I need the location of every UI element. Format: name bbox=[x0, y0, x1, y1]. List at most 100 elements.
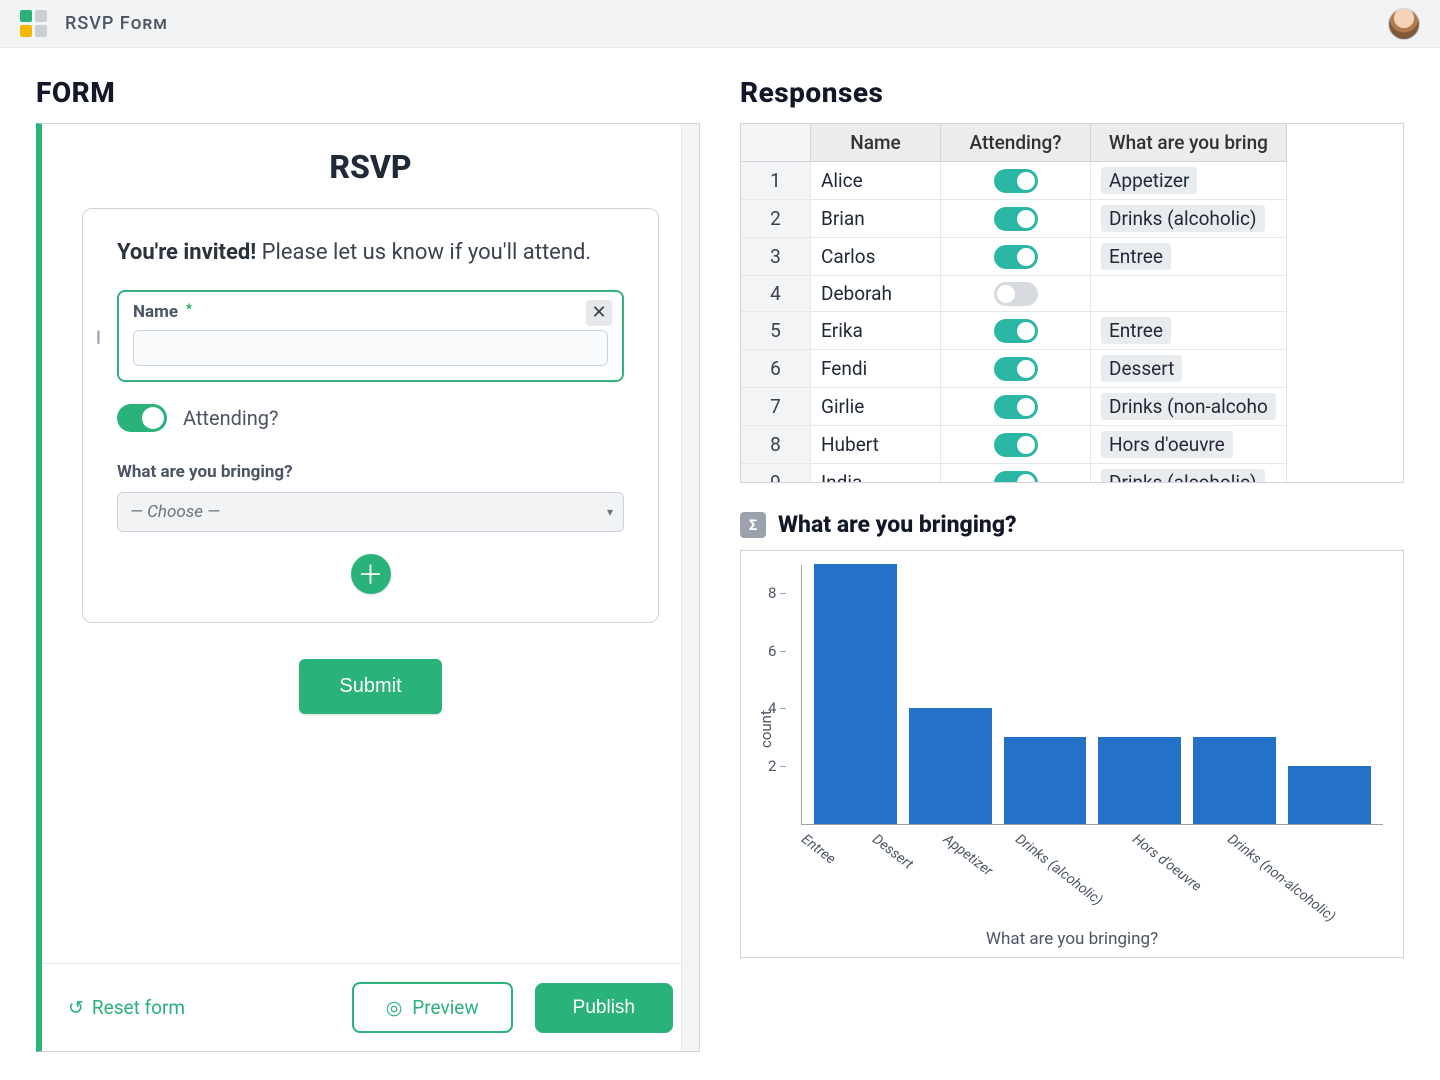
form-card: You're invited! Please let us know if yo… bbox=[82, 208, 659, 623]
row-number: 1 bbox=[741, 162, 811, 200]
preview-label: Preview bbox=[412, 996, 478, 1019]
bringing-placeholder: — Choose — bbox=[130, 502, 220, 522]
attending-toggle[interactable] bbox=[994, 245, 1038, 269]
submit-button[interactable]: Submit bbox=[299, 659, 441, 714]
reset-form-button[interactable]: ↺ Reset form bbox=[68, 996, 185, 1019]
close-icon[interactable]: ✕ bbox=[586, 300, 612, 326]
cell-name[interactable]: Brian bbox=[811, 200, 941, 238]
resp-col-3[interactable]: What are you bring bbox=[1091, 124, 1287, 162]
table-row[interactable]: 9India Drinks (alcoholic) bbox=[741, 464, 1287, 483]
cell-name[interactable]: Girlie bbox=[811, 388, 941, 426]
cell-name[interactable]: Alice bbox=[811, 162, 941, 200]
attending-toggle[interactable] bbox=[994, 207, 1038, 231]
table-row[interactable]: 8HubertHors d'oeuvre bbox=[741, 426, 1287, 464]
chart-x-ticks: EntreeDessertAppetizerDrinks (alcoholic)… bbox=[801, 825, 1383, 849]
resp-col-1[interactable]: Name bbox=[811, 124, 941, 162]
table-row[interactable]: 4Deborah bbox=[741, 276, 1287, 312]
chart-section-header: Σ What are you bringing? bbox=[740, 511, 1404, 538]
cell-bringing[interactable]: Appetizer bbox=[1091, 162, 1287, 200]
field-name-label: Name bbox=[133, 302, 178, 322]
row-number: 4 bbox=[741, 276, 811, 312]
row-number: 9 bbox=[741, 464, 811, 483]
drag-handle-icon[interactable]: || bbox=[97, 326, 99, 345]
table-row[interactable]: 6Fendi Dessert bbox=[741, 350, 1287, 388]
cell-name[interactable]: Hubert bbox=[811, 426, 941, 464]
bringing-select[interactable]: — Choose — ▾ bbox=[117, 492, 624, 532]
cell-bringing[interactable]: Entree bbox=[1091, 238, 1287, 276]
cell-attending[interactable] bbox=[941, 276, 1091, 312]
cell-attending[interactable] bbox=[941, 312, 1091, 350]
preview-button[interactable]: ◎ Preview bbox=[352, 982, 513, 1033]
bringing-chip: Drinks (alcoholic) bbox=[1101, 205, 1265, 232]
table-row[interactable]: 5Erika Entree bbox=[741, 312, 1287, 350]
attending-toggle[interactable] bbox=[994, 282, 1038, 306]
cell-bringing[interactable] bbox=[1091, 276, 1287, 312]
cell-bringing[interactable]: Drinks (alcoholic) bbox=[1091, 200, 1287, 238]
chevron-down-icon: ▾ bbox=[607, 505, 613, 519]
row-number: 5 bbox=[741, 312, 811, 350]
cell-bringing[interactable]: Hors d'oeuvre bbox=[1091, 426, 1287, 464]
table-row[interactable]: 2BrianDrinks (alcoholic) bbox=[741, 200, 1287, 238]
cell-attending[interactable] bbox=[941, 388, 1091, 426]
user-avatar[interactable] bbox=[1388, 8, 1420, 40]
cell-attending[interactable] bbox=[941, 464, 1091, 483]
cell-bringing[interactable]: Entree bbox=[1091, 312, 1287, 350]
chart-bar[interactable] bbox=[1098, 737, 1181, 824]
field-attending[interactable]: Attending? bbox=[117, 404, 624, 432]
chart-bar[interactable] bbox=[1288, 766, 1371, 824]
attending-toggle[interactable] bbox=[117, 404, 167, 432]
form-intro-rest: Please let us know if you'll attend. bbox=[256, 240, 591, 265]
field-name[interactable]: || Name * ✕ bbox=[117, 290, 624, 382]
attending-toggle[interactable] bbox=[994, 357, 1038, 381]
bringing-chip: Dessert bbox=[1101, 355, 1182, 382]
cell-attending[interactable] bbox=[941, 426, 1091, 464]
resp-col-2[interactable]: Attending? bbox=[941, 124, 1091, 162]
cell-attending[interactable] bbox=[941, 162, 1091, 200]
cell-bringing[interactable]: Drinks (non-alcoho bbox=[1091, 388, 1287, 426]
bringing-label: What are you bringing? bbox=[117, 462, 624, 482]
field-bringing[interactable]: What are you bringing? — Choose — ▾ bbox=[117, 462, 624, 532]
responses-heading: Responses bbox=[740, 76, 1404, 109]
attending-toggle[interactable] bbox=[994, 433, 1038, 457]
chart-bar[interactable] bbox=[814, 564, 897, 824]
cell-attending[interactable] bbox=[941, 350, 1091, 388]
cell-name[interactable]: Carlos bbox=[811, 238, 941, 276]
cell-attending[interactable] bbox=[941, 200, 1091, 238]
undo-icon: ↺ bbox=[68, 996, 84, 1019]
cell-bringing[interactable]: Dessert bbox=[1091, 350, 1287, 388]
chart-x-tick: Appetizer bbox=[941, 825, 1002, 880]
chart-x-tick: Dessert bbox=[869, 825, 930, 880]
cell-name[interactable]: Fendi bbox=[811, 350, 941, 388]
form-builder-panel: RSVP You're invited! Please let us know … bbox=[36, 123, 700, 1052]
attending-toggle[interactable] bbox=[994, 395, 1038, 419]
responses-table[interactable]: NameAttending?What are you bring 1Alice A… bbox=[740, 123, 1404, 483]
attending-toggle[interactable] bbox=[994, 169, 1038, 193]
table-row[interactable]: 3CarlosEntree bbox=[741, 238, 1287, 276]
row-number: 6 bbox=[741, 350, 811, 388]
resp-col-0[interactable] bbox=[741, 124, 811, 162]
app-logo bbox=[20, 10, 47, 37]
add-field-button[interactable]: ＋ bbox=[351, 554, 391, 594]
chart-bar[interactable] bbox=[909, 708, 992, 824]
publish-button[interactable]: Publish bbox=[535, 983, 673, 1033]
scrollbar[interactable] bbox=[681, 124, 699, 1051]
name-input[interactable] bbox=[133, 330, 608, 366]
form-intro[interactable]: You're invited! Please let us know if yo… bbox=[117, 239, 624, 268]
builder-footer: ↺ Reset form ◎ Preview Publish bbox=[42, 963, 699, 1051]
chart-bar[interactable] bbox=[1193, 737, 1276, 824]
bringing-chip: Entree bbox=[1101, 317, 1171, 344]
chart-section-title: What are you bringing? bbox=[778, 511, 1017, 538]
cell-name[interactable]: India bbox=[811, 464, 941, 483]
attending-label: Attending? bbox=[183, 406, 279, 430]
attending-toggle[interactable] bbox=[994, 471, 1038, 483]
form-title[interactable]: RSVP bbox=[82, 148, 659, 186]
cell-name[interactable]: Erika bbox=[811, 312, 941, 350]
table-row[interactable]: 1Alice Appetizer bbox=[741, 162, 1287, 200]
chart-x-tick: Drinks (non-alcoholic) bbox=[1224, 825, 1343, 925]
cell-bringing[interactable]: Drinks (alcoholic) bbox=[1091, 464, 1287, 483]
cell-name[interactable]: Deborah bbox=[811, 276, 941, 312]
chart-bar[interactable] bbox=[1004, 737, 1087, 824]
cell-attending[interactable] bbox=[941, 238, 1091, 276]
table-row[interactable]: 7GirlieDrinks (non-alcoho bbox=[741, 388, 1287, 426]
attending-toggle[interactable] bbox=[994, 319, 1038, 343]
